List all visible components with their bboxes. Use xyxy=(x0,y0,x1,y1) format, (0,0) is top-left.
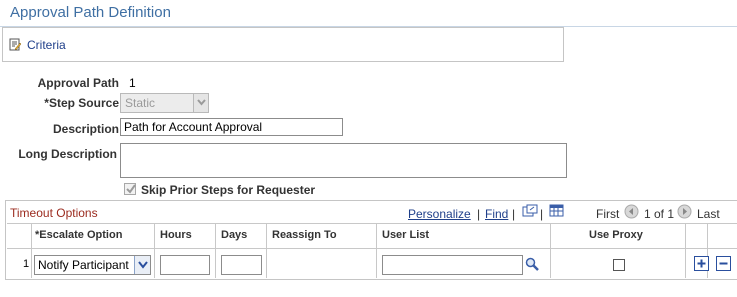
page-range: 1 of 1 xyxy=(644,207,675,221)
description-label: Description xyxy=(52,122,119,136)
long-description-textarea[interactable] xyxy=(120,143,567,178)
minus-icon xyxy=(719,262,728,265)
first-label: First xyxy=(596,207,620,221)
row-number: 1 xyxy=(23,258,30,270)
find-link[interactable]: Find xyxy=(485,207,508,221)
step-source-select[interactable]: Static xyxy=(120,93,209,113)
column-header-reassign-to[interactable]: Reassign To xyxy=(272,229,337,241)
search-icon[interactable] xyxy=(525,257,539,271)
add-row-button[interactable] xyxy=(694,256,709,271)
nav-separator: | xyxy=(512,207,516,221)
escalate-option-select[interactable]: Notify Participant xyxy=(34,255,151,275)
column-header-escalate-option[interactable]: *Escalate Option xyxy=(35,229,122,241)
delete-row-button[interactable] xyxy=(716,256,731,271)
long-description-label: Long Description xyxy=(18,147,117,161)
hours-input[interactable] xyxy=(160,255,210,275)
next-icon[interactable] xyxy=(677,204,692,219)
table-row: 1 Notify Participant xyxy=(7,250,737,278)
chevron-down-icon xyxy=(197,99,206,106)
personalize-link[interactable]: Personalize xyxy=(408,207,471,221)
skip-prior-checkbox[interactable] xyxy=(124,183,136,195)
criteria-box: Criteria xyxy=(2,27,564,62)
column-header-use-proxy[interactable]: Use Proxy xyxy=(589,229,643,241)
step-source-value: Static xyxy=(125,96,156,110)
chevron-down-icon xyxy=(138,261,148,269)
escalate-option-dropdown-button[interactable] xyxy=(134,256,150,274)
plus-icon xyxy=(697,259,706,268)
last-label: Last xyxy=(697,207,720,221)
timeout-options-grid: Timeout Options Personalize | Find | | F… xyxy=(5,200,737,280)
grid-title: Timeout Options xyxy=(10,206,98,220)
days-input[interactable] xyxy=(221,255,262,275)
document-edit-icon xyxy=(9,38,21,51)
approval-path-value: 1 xyxy=(129,76,136,90)
spreadsheet-icon[interactable] xyxy=(549,204,564,217)
description-input[interactable] xyxy=(120,118,343,136)
use-proxy-checkbox[interactable] xyxy=(613,259,625,271)
nav-separator: | xyxy=(477,207,481,221)
skip-prior-label: Skip Prior Steps for Requester xyxy=(141,183,316,197)
prev-icon[interactable] xyxy=(624,204,639,219)
step-source-dropdown-button[interactable] xyxy=(193,94,208,112)
page-title: Approval Path Definition xyxy=(10,4,171,21)
nav-separator: | xyxy=(540,207,544,221)
criteria-link[interactable]: Criteria xyxy=(27,38,66,52)
step-source-label: *Step Source xyxy=(44,96,119,110)
checkmark-icon xyxy=(126,184,136,194)
column-header-user-list[interactable]: User List xyxy=(382,229,429,241)
view-all-icon[interactable] xyxy=(522,204,538,218)
column-header-hours[interactable]: Hours xyxy=(160,229,192,241)
approval-path-label: Approval Path xyxy=(37,76,119,90)
user-list-input[interactable] xyxy=(382,255,523,275)
column-header-days[interactable]: Days xyxy=(221,229,247,241)
escalate-option-value: Notify Participant xyxy=(38,258,129,272)
